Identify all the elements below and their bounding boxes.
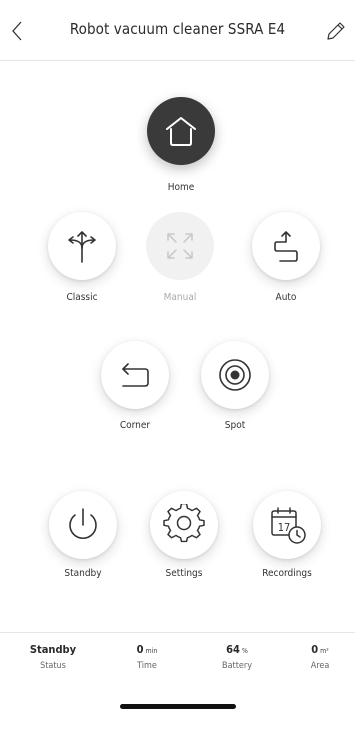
corner-label: Corner <box>119 420 151 431</box>
battery-value: 64 <box>226 643 240 656</box>
area-label: Area <box>310 661 330 671</box>
battery-stat: 64% Battery <box>197 643 277 671</box>
manual-button[interactable] <box>146 212 214 280</box>
classic-button[interactable] <box>48 212 116 280</box>
recordings-button[interactable]: 17 <box>253 491 321 559</box>
manual-label: Manual <box>163 292 197 303</box>
area-value: 0 <box>311 643 319 656</box>
edit-button[interactable] <box>325 20 347 42</box>
calendar-day-number: 17 <box>278 521 291 534</box>
time-label: Time <box>137 661 157 671</box>
status-bar: Standby Status 0 min Time 64% Battery 0 m²… <box>0 632 355 693</box>
battery-unit: % <box>241 647 248 655</box>
time-value: 0 <box>136 643 144 656</box>
split-arrows-icon <box>68 231 96 263</box>
spot-button[interactable] <box>201 341 269 409</box>
power-icon <box>69 508 97 540</box>
app-header: Robot vacuum cleaner SSRA E4 <box>0 0 355 61</box>
area-unit: m² <box>320 647 329 655</box>
time-unit: min <box>145 647 158 655</box>
status-stat: Standby Status <box>13 643 93 671</box>
zigzag-path-icon <box>274 231 298 262</box>
target-icon <box>219 359 251 391</box>
pencil-icon <box>327 22 345 40</box>
home-indicator-bar[interactable] <box>120 704 236 709</box>
settings-label: Settings <box>165 568 203 579</box>
auto-label: Auto <box>275 292 297 303</box>
settings-button[interactable] <box>150 491 218 559</box>
time-stat: 0 min Time <box>107 643 187 671</box>
classic-label: Classic <box>66 292 98 303</box>
spot-label: Spot <box>224 420 246 431</box>
page-title: Robot vacuum cleaner SSRA E4 <box>69 20 286 38</box>
calendar-clock-icon: 17 <box>271 507 306 544</box>
home-icon <box>166 117 196 146</box>
recordings-label: Recordings <box>262 568 312 579</box>
standby-button[interactable] <box>49 491 117 559</box>
battery-label: Battery <box>222 661 252 671</box>
corner-return-icon <box>122 363 149 387</box>
gear-icon <box>163 504 205 543</box>
corner-button[interactable] <box>101 341 169 409</box>
status-label: Status <box>40 661 66 671</box>
expand-arrows-icon <box>167 233 193 259</box>
standby-label: Standby <box>64 568 102 579</box>
area-stat: 0 m² Area <box>280 643 355 671</box>
auto-button[interactable] <box>252 212 320 280</box>
home-button[interactable] <box>147 97 215 165</box>
status-value: Standby <box>29 643 77 656</box>
home-label: Home <box>167 182 195 193</box>
